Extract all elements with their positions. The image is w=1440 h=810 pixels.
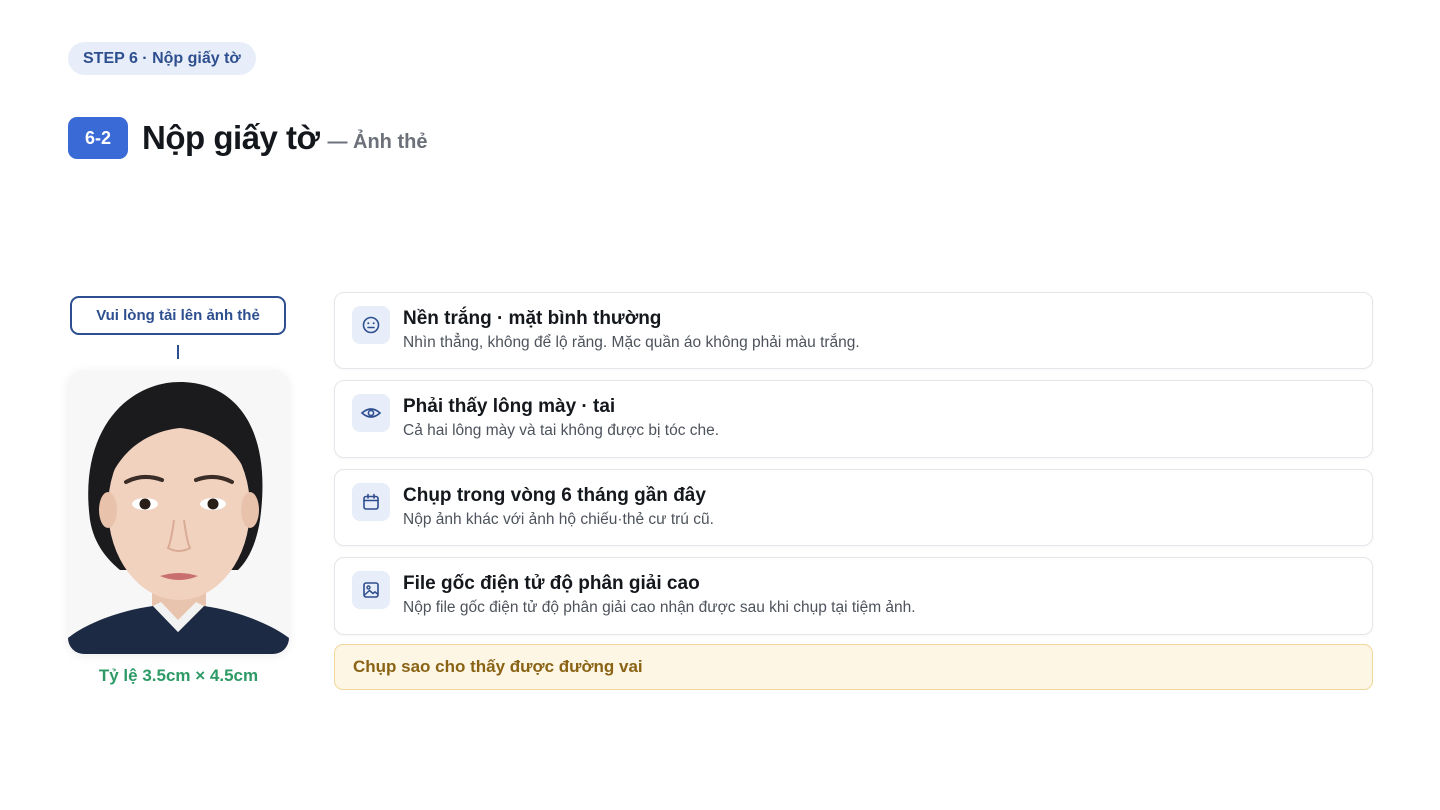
requirement-card: Nền trắng · mặt bình thường Nhìn thẳng, … [334, 292, 1373, 369]
requirement-desc: Nhìn thẳng, không để lộ răng. Mặc quần á… [403, 333, 860, 351]
requirement-card: File gốc điện tử độ phân giải cao Nộp fi… [334, 557, 1373, 635]
step-pill: STEP 6 · Nộp giấy tờ [68, 42, 256, 75]
requirement-card: Chụp trong vòng 6 tháng gần đây Nộp ảnh … [334, 469, 1373, 546]
shoulder-note-banner: Chụp sao cho thấy được đường vai [334, 644, 1373, 690]
requirement-title: Phải thấy lông mày · tai [403, 396, 616, 417]
smile-face-icon [352, 305, 390, 344]
requirement-card: Phải thấy lông mày · tai Cả hai lông mày… [334, 380, 1373, 458]
portrait-illustration [68, 370, 289, 654]
image-icon [352, 571, 390, 609]
requirement-title: File gốc điện tử độ phân giải cao [403, 573, 700, 594]
requirement-title: Nền trắng · mặt bình thường [403, 307, 662, 329]
requirement-desc: Cả hai lông mày và tai không được bị tóc… [403, 422, 720, 439]
calendar-icon [352, 482, 390, 521]
page-title: Nộp giấy tờ [142, 119, 320, 156]
requirement-desc: Nộp ảnh khác với ảnh hộ chiếu·thẻ cư trú… [403, 510, 714, 528]
sample-id-photo [68, 370, 289, 654]
requirement-title: Chụp trong vòng 6 tháng gần đây [403, 484, 706, 506]
upload-photo-button[interactable]: Vui lòng tải lên ảnh thẻ [70, 296, 286, 335]
eye-icon [352, 394, 390, 432]
connector-line [177, 345, 179, 359]
page-title-row: 6-2 Nộp giấy tờ — Ảnh thẻ [68, 117, 427, 159]
page-subtitle: — Ảnh thẻ [327, 130, 428, 153]
requirements-list: Nền trắng · mặt bình thường Nhìn thẳng, … [334, 292, 1373, 646]
requirement-desc: Nộp file gốc điện tử độ phân giải cao nh… [403, 599, 916, 616]
photo-ratio-label: Tỷ lệ 3.5cm × 4.5cm [98, 666, 259, 685]
step-number-badge: 6-2 [68, 117, 128, 159]
